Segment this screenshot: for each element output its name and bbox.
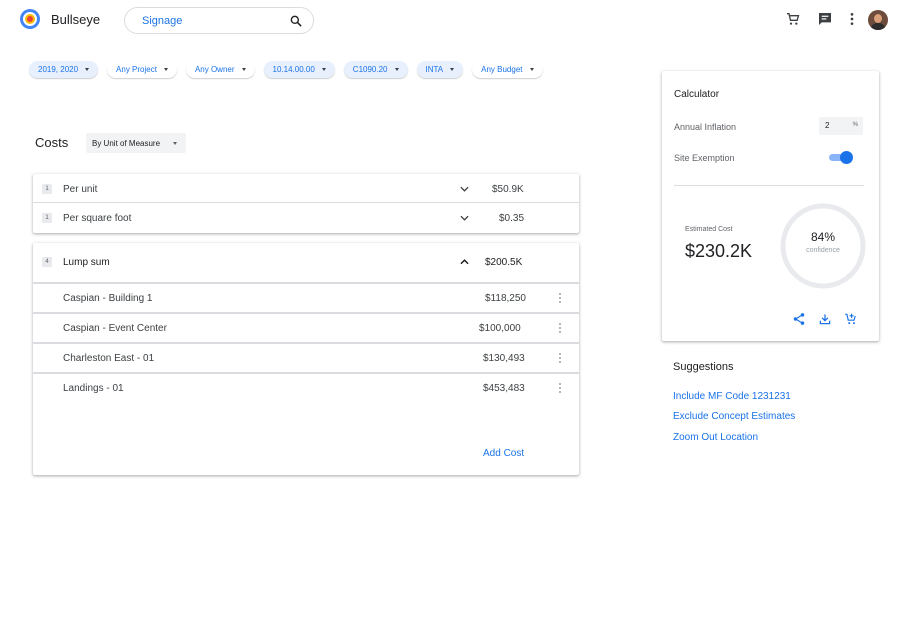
lump-sum-header[interactable]: 4 Lump sum $200.5K [33,243,579,283]
dropdown-arrow-icon [321,68,326,71]
chat-icon[interactable] [817,11,833,27]
count-badge: 4 [42,257,52,267]
download-icon[interactable] [818,312,832,326]
search-icon[interactable] [289,14,303,28]
confidence-ring [780,203,866,289]
item-value: $453,483 [483,383,525,394]
item-label: Charleston East - 01 [63,353,155,364]
calculator-title: Calculator [674,89,720,100]
row-label: Per unit [63,184,98,195]
item-label: Landings - 01 [63,383,124,394]
chevron-down-icon[interactable] [460,215,469,221]
dropdown-arrow-icon [529,68,534,71]
item-label: Caspian - Event Center [63,323,167,334]
row-label: Per square foot [63,213,132,224]
item-value: $118,250 [485,293,526,304]
app-title: Bullseye [51,12,101,27]
more-vert-icon[interactable] [559,383,562,394]
filter-chip-code[interactable]: 10.14.00.00 [263,61,335,78]
add-to-cart-icon[interactable] [844,312,858,326]
bullseye-logo-icon[interactable] [20,9,40,29]
count-badge: 1 [42,213,52,223]
item-label: Caspian - Building 1 [63,293,153,304]
search-field[interactable]: Signage [124,7,314,34]
cart-icon[interactable] [785,11,801,27]
suggestion-link[interactable]: Exclude Concept Estimates [673,411,795,422]
suggestion-link[interactable]: Zoom Out Location [673,432,758,443]
user-avatar[interactable] [868,10,888,30]
calculator-divider [674,185,864,186]
chevron-up-icon[interactable] [460,259,469,265]
estimate-label: Estimated Cost [685,226,733,233]
row-label: Lump sum [63,257,110,268]
suggestions-title: Suggestions [673,361,734,373]
more-vert-icon[interactable] [559,353,562,364]
filter-chip-category[interactable]: INTA [416,61,464,78]
confidence-percent: 84% [810,230,836,244]
lump-item-row[interactable]: Caspian - Building 1 $118,250 [33,284,579,313]
item-value: $130,493 [483,353,525,364]
lump-item-row[interactable]: Caspian - Event Center $100,000 [33,314,579,343]
dropdown-arrow-icon [450,68,455,71]
more-vert-icon[interactable] [844,11,860,27]
row-value: $50.9K [492,184,524,195]
calculator-card: Calculator Annual Inflation 2 % Site Exe… [662,71,879,341]
lump-item-row[interactable]: Landings - 01 $453,483 [33,374,579,403]
share-icon[interactable] [792,312,806,326]
chevron-down-icon[interactable] [460,186,469,192]
dropdown-arrow-icon [241,68,246,71]
grouping-select[interactable]: By Unit of Measure [86,133,186,153]
filter-chip-owner[interactable]: Any Owner [185,61,255,78]
suggestion-link[interactable]: Include MF Code 1231231 [673,391,791,402]
count-badge: 1 [42,184,52,194]
lump-sum-card: 4 Lump sum $200.5K Caspian - Building 1 … [33,243,579,475]
dropdown-arrow-icon [394,68,399,71]
dropdown-arrow-icon [173,141,178,145]
exemption-toggle[interactable] [829,151,853,164]
inflation-input[interactable]: 2 % [819,117,863,135]
cost-summary-card: 1 Per unit $50.9K 1 Per square foot $0.3… [33,174,579,233]
exemption-label: Site Exemption [674,153,735,163]
filter-chip-bar: 2019, 2020 Any Project Any Owner 10.14.0… [29,61,543,78]
filter-chip-uniformat[interactable]: C1090.20 [343,61,408,78]
more-vert-icon[interactable] [559,323,562,334]
filter-chip-years[interactable]: 2019, 2020 [29,61,99,78]
lump-item-row[interactable]: Charleston East - 01 $130,493 [33,344,579,373]
item-value: $100,000 [479,323,521,334]
inflation-label: Annual Inflation [674,122,737,132]
dropdown-arrow-icon [163,68,168,71]
costs-heading: Costs [35,135,69,150]
cost-row-per-sqft[interactable]: 1 Per square foot $0.35 [33,203,579,233]
dropdown-arrow-icon [85,68,90,71]
row-value: $200.5K [485,257,523,268]
filter-chip-project[interactable]: Any Project [107,61,177,78]
add-cost-button[interactable]: Add Cost [483,448,524,459]
cost-row-per-unit[interactable]: 1 Per unit $50.9K [33,174,579,203]
search-input[interactable]: Signage [142,15,182,27]
filter-chip-budget[interactable]: Any Budget [472,61,543,78]
more-vert-icon[interactable] [559,293,562,304]
row-value: $0.35 [499,213,525,224]
top-app-bar: Bullseye Signage [0,0,899,40]
confidence-label: confidence [806,247,840,254]
estimate-value: $230.2K [685,241,753,261]
